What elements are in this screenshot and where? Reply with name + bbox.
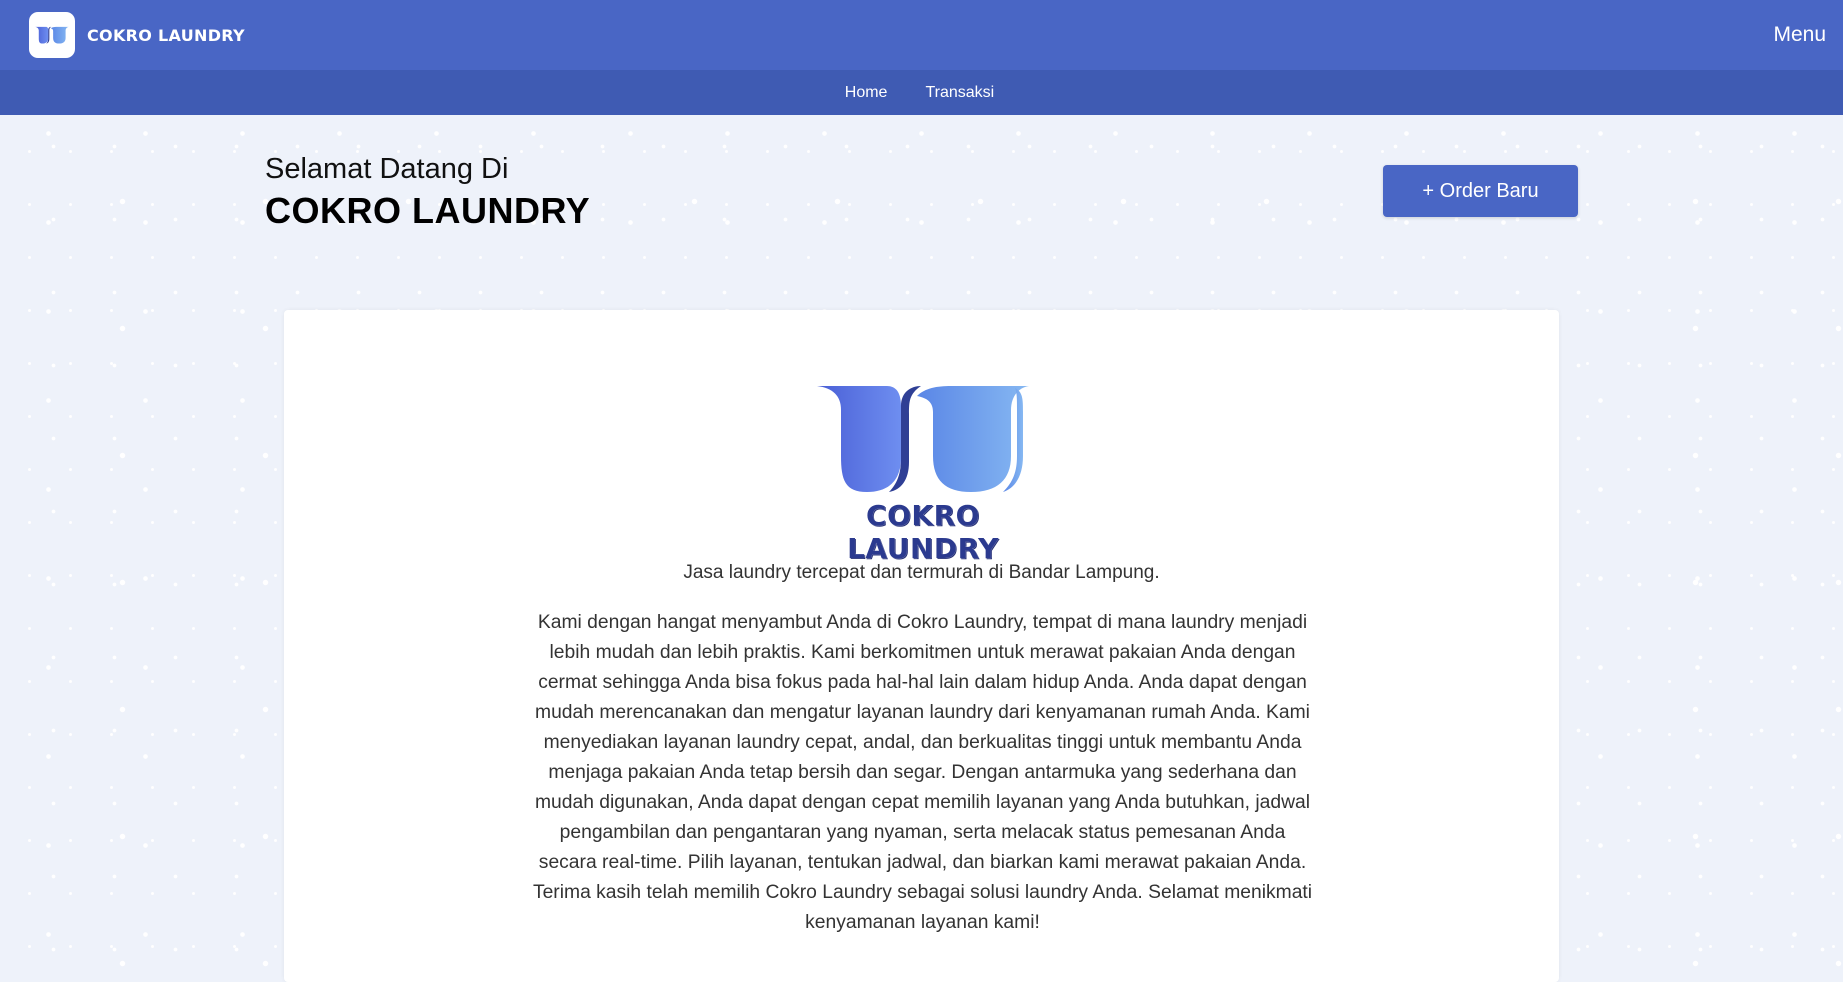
about-card: COKRO LAUNDRY Jasa laundry tercepat dan …: [284, 310, 1559, 982]
welcome-heading: Selamat Datang Di COKRO LAUNDRY: [265, 153, 590, 232]
main-logo: COKRO LAUNDRY: [787, 384, 1059, 565]
secondary-nav: Home Transaksi: [0, 70, 1843, 115]
nav-link-home[interactable]: Home: [845, 84, 888, 102]
brand-link[interactable]: COKRO LAUNDRY: [29, 12, 245, 58]
top-navbar: COKRO LAUNDRY Menu: [0, 0, 1843, 70]
new-order-button[interactable]: + Order Baru: [1383, 165, 1578, 217]
logo-wordmark: COKRO LAUNDRY: [847, 499, 999, 565]
brand-logo-icon: [29, 12, 75, 58]
brand-name: COKRO LAUNDRY: [87, 25, 245, 45]
menu-button[interactable]: Menu: [1773, 23, 1826, 47]
description-text: Kami dengan hangat menyambut Anda di Cok…: [532, 612, 1313, 933]
welcome-title: COKRO LAUNDRY: [265, 190, 591, 231]
laundry-logo-icon: [817, 386, 1029, 492]
nav-link-transaksi[interactable]: Transaksi: [925, 84, 994, 102]
welcome-subtitle: Selamat Datang Di: [265, 153, 509, 185]
tagline: Jasa laundry tercepat dan termurah di Ba…: [683, 562, 1160, 583]
